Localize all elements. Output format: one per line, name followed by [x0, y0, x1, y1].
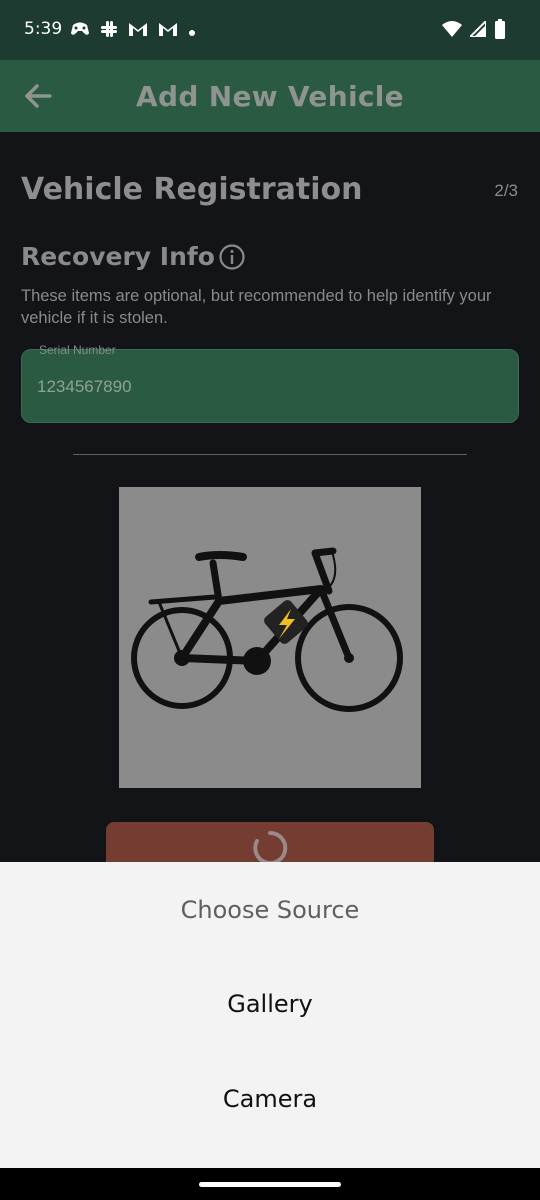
- serial-number-field[interactable]: Serial Number 1234567890: [21, 343, 519, 423]
- page-title: Add New Vehicle: [136, 80, 404, 113]
- loading-spinner-icon: [252, 830, 288, 866]
- section-title: Vehicle Registration: [21, 172, 363, 207]
- info-icon[interactable]: [218, 243, 246, 271]
- step-indicator: 2/3: [494, 181, 518, 200]
- gallery-option[interactable]: Gallery: [0, 974, 540, 1034]
- gmail-icon: [158, 21, 178, 42]
- notification-icons: [70, 20, 196, 43]
- divider: [73, 454, 467, 455]
- home-indicator[interactable]: [199, 1182, 341, 1187]
- slack-icon: [100, 20, 118, 43]
- game-controller-icon: [70, 21, 90, 42]
- status-bar: 5:39: [0, 0, 540, 60]
- app-bar: Add New Vehicle: [0, 60, 540, 132]
- wifi-icon: [442, 21, 462, 42]
- registration-form: Vehicle Registration 2/3 Recovery Info T…: [0, 132, 540, 882]
- dot-icon: [188, 22, 196, 42]
- sheet-title: Choose Source: [180, 896, 360, 924]
- camera-option[interactable]: Camera: [0, 1069, 540, 1129]
- vehicle-image[interactable]: [119, 487, 421, 788]
- serial-number-value[interactable]: 1234567890: [37, 377, 132, 397]
- serial-number-label: Serial Number: [39, 343, 116, 357]
- gmail-icon: [128, 21, 148, 42]
- electric-bike-icon: [131, 547, 403, 712]
- cell-signal-icon: [467, 18, 487, 42]
- status-time: 5:39: [24, 19, 63, 39]
- battery-icon: [494, 19, 506, 44]
- navigation-bar: [0, 1168, 540, 1200]
- recovery-info-description: These items are optional, but recommende…: [21, 287, 492, 327]
- choose-source-sheet: Choose Source Gallery Camera: [0, 862, 540, 1168]
- system-icons: [442, 18, 506, 44]
- recovery-info-heading: Recovery Info: [21, 242, 215, 271]
